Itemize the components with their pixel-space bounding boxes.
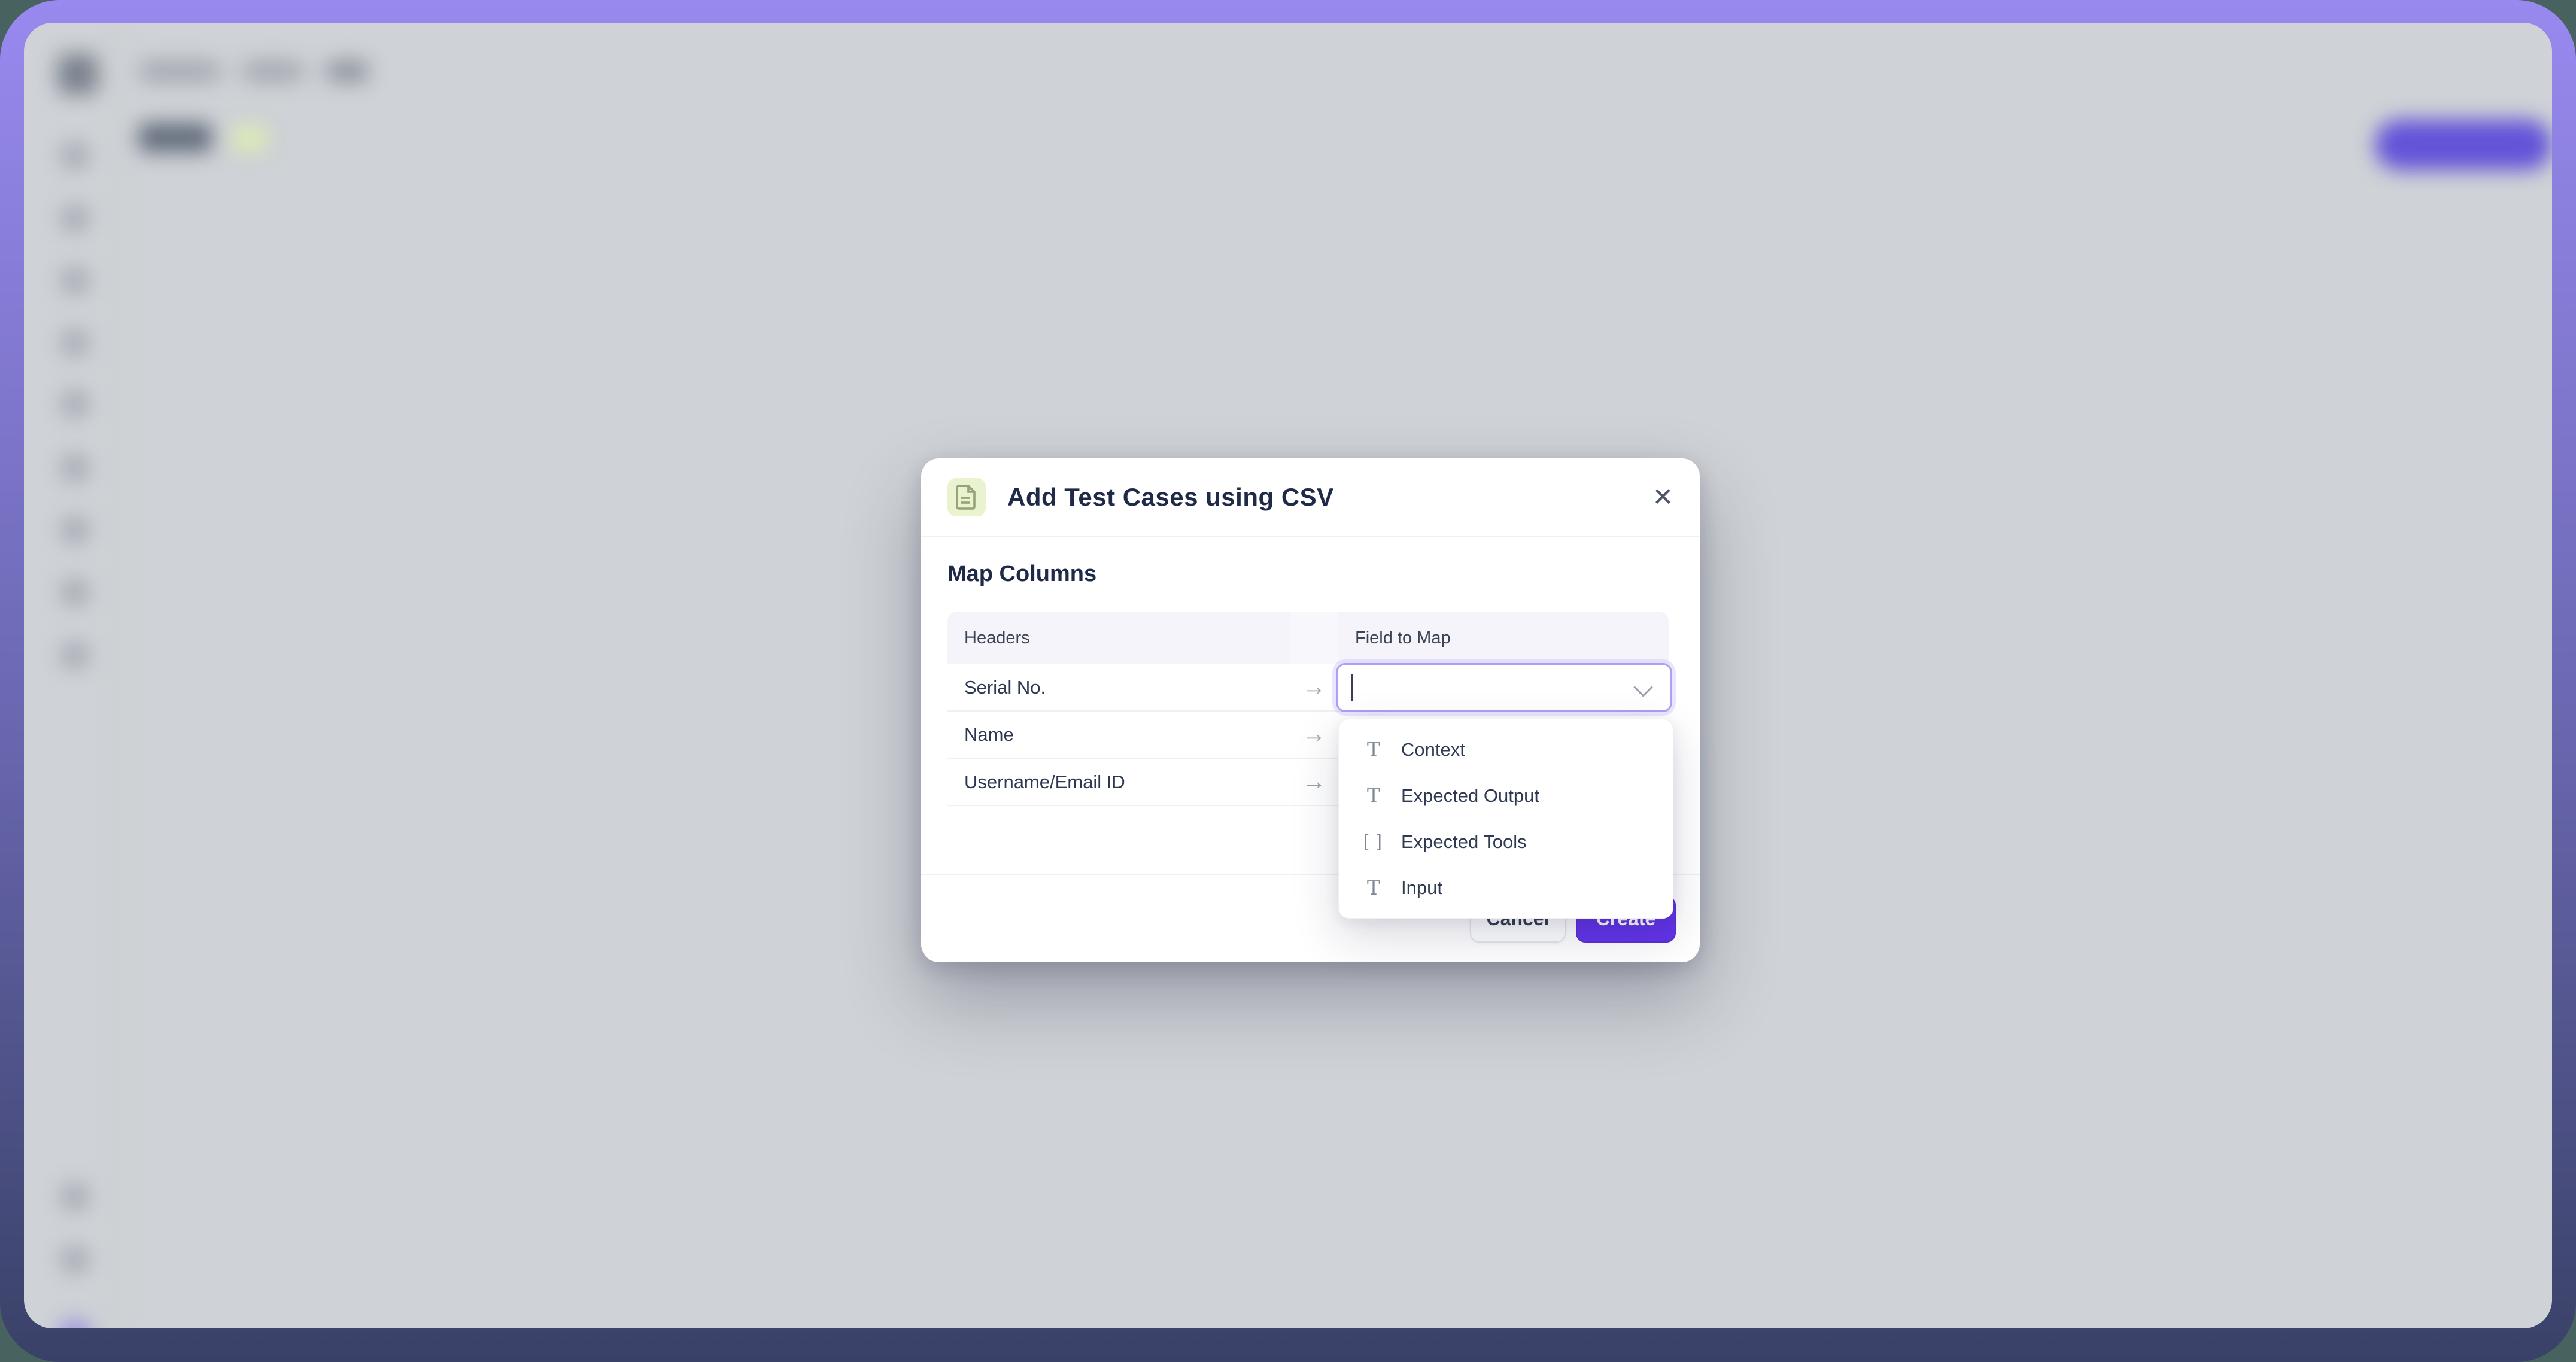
map-arrow-cell: → (1290, 664, 1338, 712)
breadcrumb-item[interactable] (139, 61, 220, 81)
sidebar-icon[interactable] (61, 454, 89, 482)
text-type-icon: T (1360, 738, 1387, 761)
add-test-cases-modal: Add Test Cases using CSV ✕ Map Columns H… (921, 458, 1700, 962)
table-header-headers: Headers (947, 612, 1290, 664)
sidebar-icon[interactable] (61, 516, 89, 544)
section-title: Map Columns (947, 561, 1096, 587)
app-screen: Add Test Cases using CSV ✕ Map Columns H… (24, 23, 2552, 1328)
sidebar-icon[interactable] (61, 267, 89, 294)
field-to-map-select[interactable] (1336, 663, 1672, 712)
text-type-icon: T (1360, 876, 1387, 899)
table-header-gap (1290, 612, 1338, 664)
dropdown-option-input[interactable]: T Input (1339, 865, 1673, 911)
sidebar-icon[interactable] (61, 390, 89, 418)
sidebar-icon[interactable] (61, 1183, 89, 1211)
dropdown-option-expected-output[interactable]: T Expected Output (1339, 773, 1673, 819)
column-mapping-table: Headers Field to Map Serial No. → T Cont… (947, 612, 1669, 806)
arrow-right-icon: → (1302, 674, 1326, 701)
app-logo (57, 54, 98, 95)
csv-header-cell: Serial No. (947, 664, 1290, 712)
close-icon[interactable]: ✕ (1652, 485, 1673, 510)
breadcrumb-separator (310, 62, 319, 80)
csv-document-icon (947, 478, 986, 516)
map-arrow-cell: → (1290, 712, 1338, 759)
sidebar-icon[interactable] (61, 142, 89, 169)
modal-header: Add Test Cases using CSV ✕ (921, 458, 1700, 537)
arrow-right-icon: → (1302, 721, 1326, 748)
text-caret (1351, 674, 1353, 701)
dropdown-option-context[interactable]: T Context (1339, 726, 1673, 773)
table-header-field-to-map: Field to Map (1338, 612, 1669, 664)
dropdown-option-expected-tools[interactable]: [ ] Expected Tools (1339, 819, 1673, 865)
csv-header-cell: Username/Email ID (947, 759, 1290, 806)
page-title (139, 123, 212, 152)
sidebar-icon[interactable] (61, 205, 89, 232)
field-map-cell: T Context T Expected Output [ ] Expected… (1338, 664, 1669, 712)
breadcrumb-separator (227, 62, 236, 80)
arrow-right-icon: → (1302, 768, 1326, 795)
map-arrow-cell: → (1290, 759, 1338, 806)
field-options-dropdown: T Context T Expected Output [ ] Expected… (1338, 719, 1673, 919)
primary-action-button[interactable] (2375, 120, 2552, 170)
sidebar-icon[interactable] (61, 579, 89, 606)
sidebar-icon[interactable] (61, 329, 89, 357)
sidebar-divider (118, 23, 120, 1328)
chevron-down-icon[interactable] (1633, 677, 1653, 697)
csv-header-cell: Name (947, 712, 1290, 759)
breadcrumb-item[interactable] (243, 61, 303, 81)
breadcrumb-item (326, 61, 369, 81)
user-avatar[interactable] (59, 1319, 91, 1328)
sidebar-icon[interactable] (61, 642, 89, 669)
status-badge (231, 126, 268, 151)
text-type-icon: T (1360, 784, 1387, 807)
brackets-icon: [ ] (1360, 832, 1387, 852)
sidebar-icon[interactable] (61, 1246, 89, 1273)
modal-title: Add Test Cases using CSV (1007, 483, 1334, 512)
